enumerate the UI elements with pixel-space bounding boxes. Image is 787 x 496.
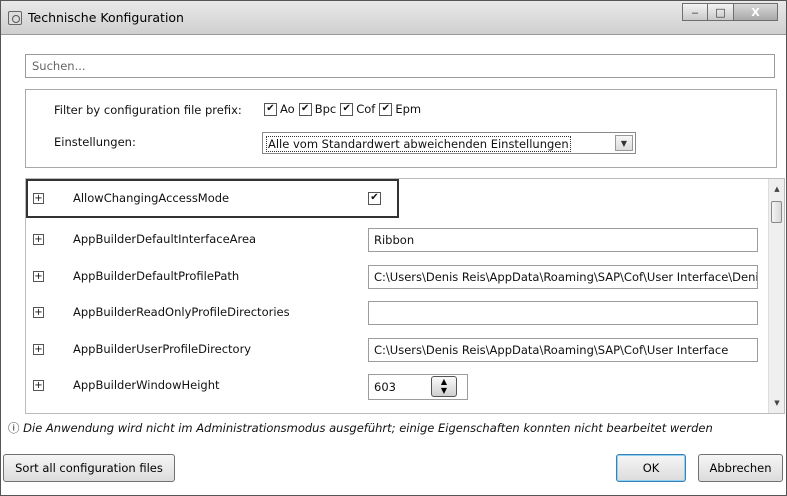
- search-input[interactable]: [25, 54, 775, 78]
- setting-name: AllowChangingAccessMode: [73, 191, 230, 205]
- setting-value-input[interactable]: [368, 301, 758, 325]
- settings-dropdown[interactable]: Alle vom Standardwert abweichenden Einst…: [262, 132, 636, 154]
- minimize-button[interactable]: ‒: [682, 3, 708, 21]
- prefix-filter-label: Filter by configuration file prefix:: [54, 103, 242, 117]
- checkbox-epm-label: Epm: [395, 102, 422, 116]
- checkbox-cof[interactable]: ✔: [340, 102, 354, 116]
- expand-icon[interactable]: +: [33, 344, 44, 355]
- setting-value-input[interactable]: C:\Users\Denis Reis\AppData\Roaming\SAP\…: [368, 265, 758, 289]
- close-button[interactable]: X: [734, 3, 778, 21]
- sort-config-files-button[interactable]: Sort all configuration files: [3, 454, 175, 482]
- checkbox-ao[interactable]: ✔: [264, 102, 277, 116]
- scroll-down-icon[interactable]: ▼: [769, 395, 784, 411]
- checkbox-bpc-label: Bpc: [314, 102, 337, 116]
- list-item[interactable]: + AppBuilderReadOnlyProfileDirectories: [26, 298, 769, 330]
- setting-name: AppBuilderUserProfileDirectory: [73, 342, 252, 356]
- prefix-checkboxes: ✔ Ao ✔ Bpc ✔ Cof ✔ Epm: [264, 102, 425, 116]
- expand-icon[interactable]: +: [33, 271, 44, 282]
- list-item[interactable]: + AllowChangingAccessMode ✔: [26, 184, 769, 216]
- checkbox-epm[interactable]: ✔: [379, 102, 393, 116]
- vertical-scrollbar[interactable]: ▲ ▼: [768, 179, 784, 413]
- filter-panel: Filter by configuration file prefix: ✔ Ao…: [25, 89, 777, 168]
- list-item[interactable]: + AppBuilderWindowHeight 603 ▲ ▼: [26, 371, 769, 403]
- settings-dropdown-value: Alle vom Standardwert abweichenden Einst…: [266, 136, 571, 152]
- list-item[interactable]: + AppBuilderDefaultProfilePath C:\Users\…: [26, 262, 769, 294]
- cancel-button[interactable]: Abbrechen: [698, 454, 783, 482]
- setting-number-spinner[interactable]: 603 ▲ ▼: [368, 374, 468, 400]
- admin-mode-notice: ⓘ Die Anwendung wird nicht im Administra…: [8, 420, 713, 436]
- setting-name: AppBuilderDefaultInterfaceArea: [73, 232, 257, 246]
- title-bar[interactable]: Technische Konfiguration ‒ □ X: [1, 1, 786, 35]
- settings-list: + AllowChangingAccessMode ✔ + AppBuilder…: [25, 178, 785, 414]
- setting-name: AppBuilderDefaultProfilePath: [73, 269, 240, 283]
- app-icon: [8, 11, 22, 25]
- admin-mode-notice-text: Die Anwendung wird nicht im Administrati…: [23, 421, 713, 435]
- setting-value-input[interactable]: Ribbon: [368, 228, 758, 252]
- ok-button[interactable]: OK: [616, 454, 686, 482]
- checkbox-cof-label: Cof: [356, 102, 376, 116]
- scroll-thumb[interactable]: [771, 201, 782, 223]
- scroll-up-icon[interactable]: ▲: [769, 181, 784, 197]
- spinner-value: 603: [374, 380, 396, 394]
- configuration-dialog: Technische Konfiguration ‒ □ X Filter by…: [0, 0, 787, 496]
- chevron-down-icon[interactable]: ▼: [615, 135, 633, 151]
- setting-value-input[interactable]: C:\Users\Denis Reis\AppData\Roaming\SAP\…: [368, 338, 758, 362]
- list-item[interactable]: + AppBuilderDefaultInterfaceArea Ribbon: [26, 225, 769, 257]
- setting-checkbox[interactable]: ✔: [368, 189, 384, 205]
- settings-label: Einstellungen:: [54, 135, 136, 149]
- list-item[interactable]: + AppBuilderUserProfileDirectory C:\User…: [26, 335, 769, 367]
- checkbox-ao-label: Ao: [280, 102, 295, 116]
- checkbox-bpc[interactable]: ✔: [298, 102, 312, 116]
- expand-icon[interactable]: +: [33, 307, 44, 318]
- expand-icon[interactable]: +: [33, 193, 44, 204]
- spinner-arrows-icon[interactable]: ▲ ▼: [431, 376, 457, 397]
- setting-name: AppBuilderWindowHeight: [73, 378, 220, 392]
- setting-name: AppBuilderReadOnlyProfileDirectories: [73, 305, 290, 319]
- info-icon: ⓘ: [8, 421, 20, 435]
- maximize-button[interactable]: □: [708, 3, 734, 21]
- expand-icon[interactable]: +: [33, 380, 44, 391]
- window-title: Technische Konfiguration: [28, 10, 184, 25]
- window-controls: ‒ □ X: [682, 3, 778, 21]
- expand-icon[interactable]: +: [33, 234, 44, 245]
